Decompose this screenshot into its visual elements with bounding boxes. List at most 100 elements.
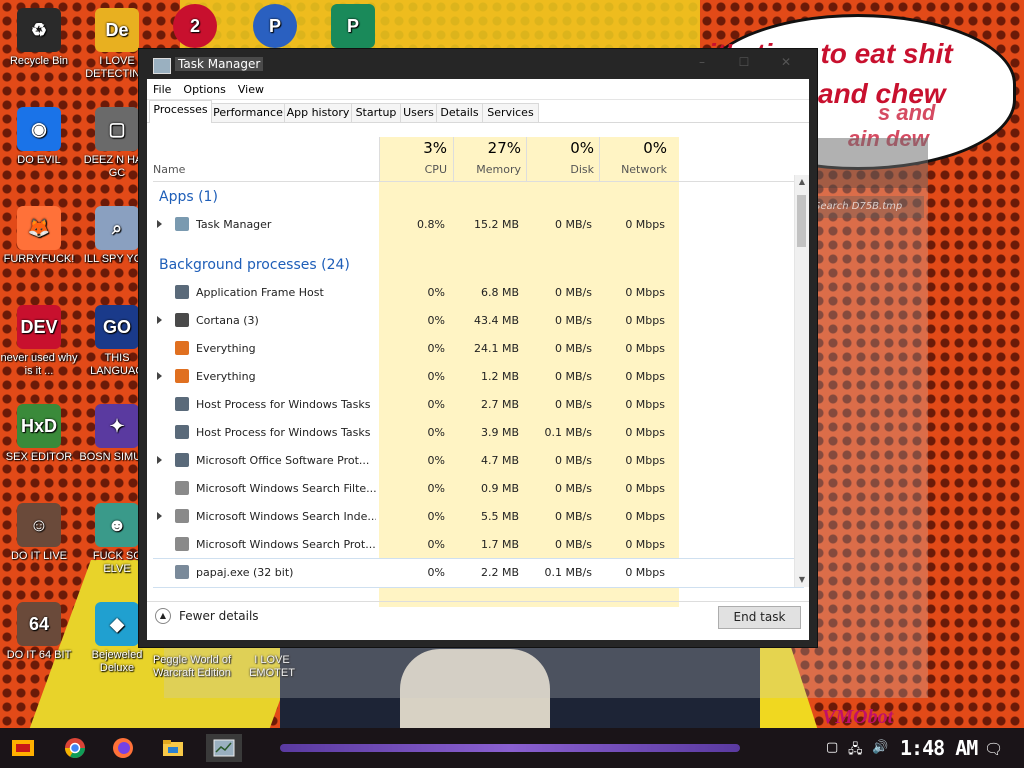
- desktop-app-icon: ♻: [17, 8, 61, 52]
- process-network: 0 Mbps: [625, 454, 665, 467]
- expand-arrow-icon[interactable]: [157, 220, 162, 228]
- process-disk: 0 MB/s: [555, 370, 592, 383]
- chevron-up-icon: ▲: [155, 608, 171, 624]
- process-name: Microsoft Windows Search Inde...: [196, 510, 376, 523]
- tab-app-history[interactable]: App history: [284, 103, 352, 122]
- process-cpu: 0%: [427, 454, 445, 467]
- process-name: Microsoft Office Software Prot...: [196, 454, 370, 467]
- process-cpu: 0%: [427, 510, 445, 523]
- process-cpu: 0%: [427, 566, 445, 579]
- process-row[interactable]: Host Process for Windows Tasks 0% 3.9 MB 0.…: [153, 419, 803, 447]
- process-memory: 3.9 MB: [480, 426, 519, 439]
- column-network[interactable]: Network: [599, 163, 667, 176]
- process-cpu: 0.8%: [417, 218, 445, 231]
- column-cpu[interactable]: CPU: [379, 163, 447, 176]
- desktop-icon-peggle[interactable]: Peggle World of Warcraft Edition: [152, 654, 232, 680]
- desktop-icon-emotet[interactable]: I LOVE EMOTET: [232, 654, 312, 680]
- app-icon: P: [331, 4, 375, 48]
- process-memory: 15.2 MB: [473, 218, 519, 231]
- process-network: 0 Mbps: [625, 426, 665, 439]
- folder-icon: [163, 740, 183, 756]
- desktop-icon-top-3[interactable]: P: [318, 4, 388, 51]
- start-button[interactable]: [8, 734, 38, 762]
- expand-arrow-icon[interactable]: [157, 456, 162, 464]
- taskbar-decoration: [280, 744, 740, 752]
- minimize-button[interactable]: –: [687, 55, 717, 73]
- close-button[interactable]: ✕: [771, 55, 801, 73]
- desktop-icon-5[interactable]: ☺ DO IT LIVE: [0, 503, 78, 563]
- process-name: Application Frame Host: [196, 286, 324, 299]
- column-disk[interactable]: Disk: [526, 163, 594, 176]
- process-row[interactable]: Host Process for Windows Tasks 0% 2.7 MB 0 …: [153, 391, 803, 419]
- desktop-icon-label: Peggle World of Warcraft Edition: [152, 654, 232, 679]
- title-bar[interactable]: Task Manager – ☐ ✕: [139, 49, 817, 79]
- tab-performance[interactable]: Performance: [211, 103, 285, 122]
- group-background-header: Background processes (24): [159, 257, 350, 273]
- desktop-icon-4[interactable]: HxD SEX EDITOR: [0, 404, 78, 464]
- process-row[interactable]: Everything 0% 24.1 MB 0 MB/s 0 Mbps: [153, 335, 803, 363]
- process-icon: [175, 285, 189, 299]
- process-cpu: 0%: [427, 426, 445, 439]
- taskbar-chrome[interactable]: [60, 734, 90, 762]
- volume-icon[interactable]: 🔊: [872, 740, 888, 755]
- menu-options[interactable]: Options: [183, 83, 225, 96]
- maximize-button[interactable]: ☐: [729, 55, 759, 73]
- desktop-app-icon: ⌕: [95, 206, 139, 250]
- process-name: Host Process for Windows Tasks: [196, 398, 371, 411]
- scroll-down-arrow[interactable]: ▼: [795, 573, 809, 587]
- action-center-icon[interactable]: 🗨: [984, 740, 1003, 758]
- desktop-icon-0[interactable]: ♻ Recycle Bin: [0, 8, 78, 68]
- taskbar-firefox[interactable]: [108, 734, 138, 762]
- group-apps-header: Apps (1): [159, 189, 218, 205]
- process-name: Everything: [196, 342, 256, 355]
- taskbar-explorer[interactable]: [158, 734, 188, 762]
- process-disk: 0 MB/s: [555, 398, 592, 411]
- process-disk: 0 MB/s: [555, 538, 592, 551]
- process-row[interactable]: Microsoft Windows Search Inde... 0% 5.5 MB…: [153, 503, 803, 531]
- process-disk: 0 MB/s: [555, 314, 592, 327]
- process-row[interactable]: Microsoft Windows Search Prot... 0% 1.7 MB…: [153, 531, 803, 559]
- process-row[interactable]: Application Frame Host 0% 6.8 MB 0 MB/s 0 Mb…: [153, 279, 803, 307]
- expand-arrow-icon[interactable]: [157, 372, 162, 380]
- vertical-scrollbar[interactable]: ▲ ▼: [794, 175, 809, 587]
- tab-details[interactable]: Details: [436, 103, 483, 122]
- process-icon: [175, 565, 189, 579]
- column-memory[interactable]: Memory: [453, 163, 521, 176]
- desktop-icon-1[interactable]: ◉ DO EVIL: [0, 107, 78, 167]
- process-row[interactable]: Microsoft Windows Search Filte... 0% 0.9 M…: [153, 475, 803, 503]
- process-row[interactable]: Microsoft Office Software Prot... 0% 4.7 M…: [153, 447, 803, 475]
- network-icon[interactable]: 🖧: [848, 740, 863, 762]
- tab-services[interactable]: Services: [482, 103, 539, 122]
- desktop-icon-top-2[interactable]: P: [240, 4, 310, 51]
- process-network: 0 Mbps: [625, 370, 665, 383]
- column-name[interactable]: Name: [153, 163, 185, 176]
- taskbar-task-manager[interactable]: [206, 734, 242, 762]
- expand-arrow-icon[interactable]: [157, 512, 162, 520]
- taskbar-clock[interactable]: 1:48 AM: [900, 736, 978, 760]
- desktop-icon-3[interactable]: DEV never used why is it ...: [0, 305, 78, 378]
- process-row[interactable]: papaj.exe (32 bit) 0% 2.2 MB 0.1 MB/s 0 Mbps: [153, 558, 804, 588]
- process-network: 0 Mbps: [625, 566, 665, 579]
- tab-strip: Processes Performance App history Startu…: [147, 100, 809, 123]
- tab-processes[interactable]: Processes: [149, 100, 212, 123]
- expand-arrow-icon[interactable]: [157, 316, 162, 324]
- scroll-thumb[interactable]: [797, 195, 806, 247]
- process-memory: 2.7 MB: [480, 398, 519, 411]
- process-row[interactable]: Task Manager 0.8% 15.2 MB 0 MB/s 0 Mbps: [153, 211, 803, 239]
- task-view-icon[interactable]: ▢: [826, 740, 838, 755]
- menu-file[interactable]: File: [153, 83, 171, 96]
- process-icon: [175, 537, 189, 551]
- process-icon: [175, 313, 189, 327]
- menu-view[interactable]: View: [238, 83, 264, 96]
- tab-users[interactable]: Users: [400, 103, 437, 122]
- process-name: papaj.exe (32 bit): [196, 566, 294, 579]
- fewer-details-button[interactable]: ▲ Fewer details: [155, 608, 259, 624]
- process-row[interactable]: Cortana (3) 0% 43.4 MB 0 MB/s 0 Mbps: [153, 307, 803, 335]
- scroll-up-arrow[interactable]: ▲: [795, 175, 809, 189]
- tab-startup[interactable]: Startup: [351, 103, 401, 122]
- desktop-icon-top-1[interactable]: 2: [160, 4, 230, 51]
- desktop-icon-6[interactable]: 64 DO IT 64 BIT: [0, 602, 78, 662]
- end-task-button[interactable]: End task: [718, 606, 801, 629]
- process-row[interactable]: Everything 0% 1.2 MB 0 MB/s 0 Mbps: [153, 363, 803, 391]
- desktop-icon-2[interactable]: 🦊 FURRYFUCK!: [0, 206, 78, 266]
